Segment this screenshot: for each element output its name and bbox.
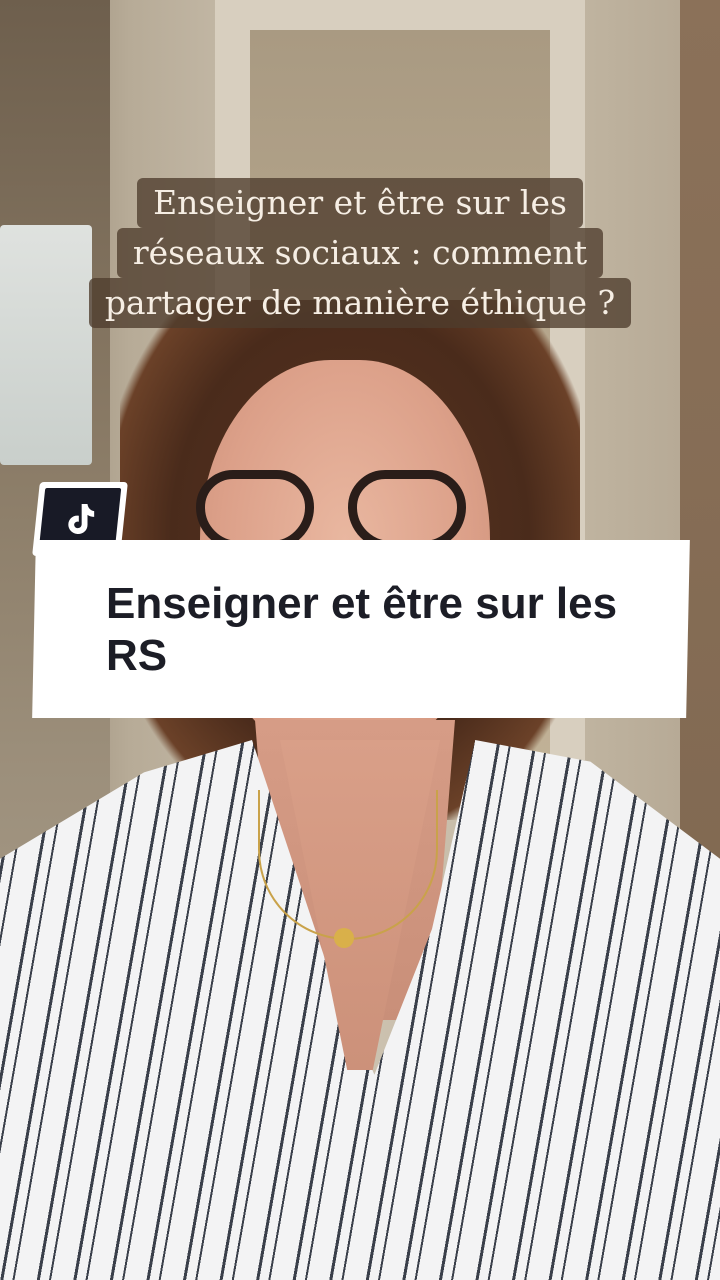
glasses-left-lens: [196, 470, 314, 550]
glasses-right-lens: [348, 470, 466, 550]
person-glasses: [196, 470, 466, 550]
caption-line: partager de manière éthique ?: [88, 278, 632, 328]
caption-line: Enseigner et être sur les: [137, 178, 583, 228]
title-card-text: Enseigner et être sur les RS: [105, 579, 618, 680]
caption-line: réseaux sociaux : comment: [116, 228, 604, 278]
tiktok-icon: [68, 504, 95, 534]
title-card: Enseigner et être sur les RS: [32, 540, 690, 718]
necklace-pendant: [334, 928, 354, 948]
video-caption: Enseigner et être sur les réseaux sociau…: [0, 178, 720, 328]
